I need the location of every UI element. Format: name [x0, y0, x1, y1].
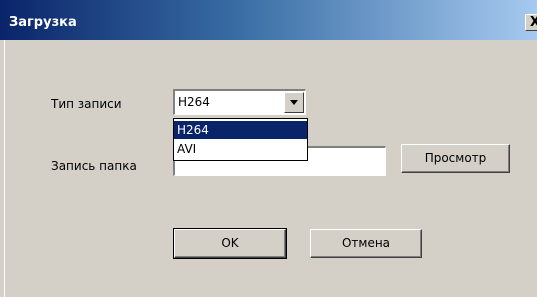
- upload-dialog: Загрузка X Тип записи H264 Запись папка …: [0, 0, 537, 297]
- record-type-dropdown-list: H264 AVI: [173, 118, 308, 161]
- cancel-button[interactable]: Отмена: [310, 229, 422, 258]
- chevron-down-icon[interactable]: [284, 92, 304, 113]
- dropdown-option-h264[interactable]: H264: [174, 121, 307, 139]
- record-type-select[interactable]: H264: [173, 89, 306, 115]
- dropdown-option-avi[interactable]: AVI: [174, 140, 307, 158]
- close-button[interactable]: X: [525, 14, 537, 31]
- browse-button[interactable]: Просмотр: [401, 144, 510, 173]
- record-type-selected-value: H264: [178, 95, 210, 109]
- folder-label: Запись папка: [51, 159, 137, 173]
- window-title: Загрузка: [9, 15, 77, 30]
- title-bar: Загрузка X: [0, 0, 537, 40]
- ok-button[interactable]: OK: [173, 228, 287, 259]
- record-type-label: Тип записи: [51, 97, 122, 111]
